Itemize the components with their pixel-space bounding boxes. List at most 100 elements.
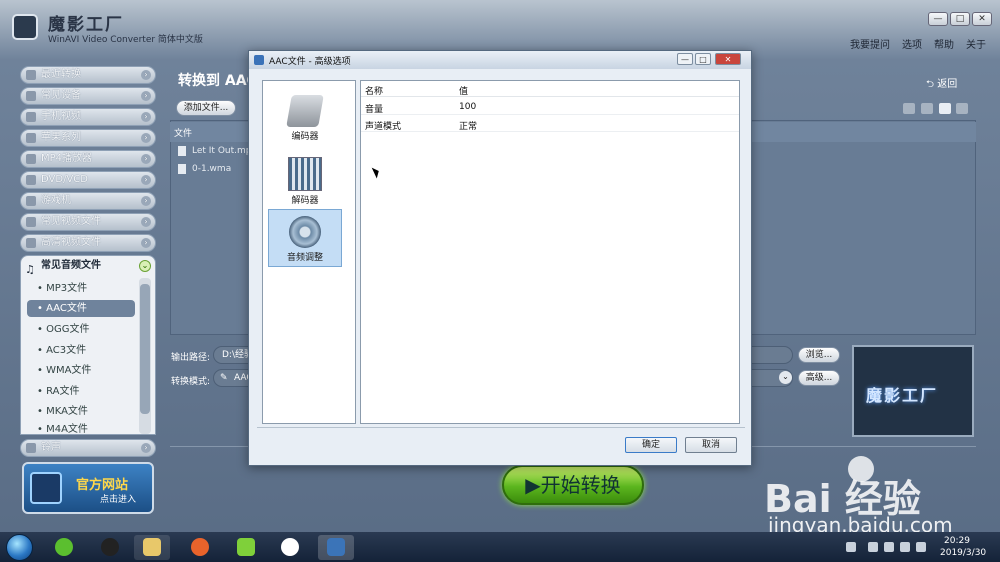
maximize-button[interactable]: □ <box>950 12 970 26</box>
app-logo-icon <box>30 472 62 504</box>
dialog-titlebar[interactable]: AAC文件 - 高级选项 — □ ✕ <box>249 51 751 69</box>
sidebar-item-dvd[interactable]: DVD/VCD › <box>20 171 156 189</box>
hd-icon <box>26 238 36 248</box>
format-item-m4a[interactable]: • M4A文件 <box>27 421 135 434</box>
convert-mode-label: 转换模式: <box>171 377 211 387</box>
dialog-minimize-button[interactable]: — <box>677 53 693 65</box>
taskbar-app-firefox[interactable] <box>182 535 218 560</box>
dialog-close-button[interactable]: ✕ <box>715 53 741 65</box>
back-button[interactable]: ⮌ 返回 <box>926 75 957 94</box>
film-icon <box>26 217 36 227</box>
sidebar-item-label: 最近转换 <box>41 69 81 80</box>
property-value[interactable]: 100 <box>459 102 476 112</box>
menu-help[interactable]: 帮助 <box>934 36 954 51</box>
taskbar-app-360[interactable] <box>46 535 82 560</box>
phone-icon <box>26 112 36 122</box>
taskbar-app-qq[interactable] <box>92 535 128 560</box>
taskbar-app-converter[interactable] <box>318 535 354 560</box>
remove-icon[interactable] <box>903 103 915 114</box>
app-logo-icon <box>12 14 38 40</box>
add-file-button[interactable]: 添加文件... <box>176 100 236 116</box>
back-label: 返回 <box>937 79 958 90</box>
sidebar: 最近转换 › 常见设备 › 手机视频 › 苹果系列 › MP4播放器 › DVD… <box>20 64 158 520</box>
cancel-button[interactable]: 取消 <box>685 437 737 453</box>
dialog-category-label: 编码器 <box>291 132 319 142</box>
chevron-down-icon[interactable]: ⌄ <box>779 371 792 384</box>
output-path-label: 输出路径: <box>171 353 211 363</box>
list-item[interactable]: 0-1.wma <box>192 164 231 174</box>
taskbar-app-player[interactable] <box>228 535 264 560</box>
sidebar-item-recent[interactable]: 最近转换 › <box>20 66 156 84</box>
windows-start-icon[interactable] <box>6 534 33 561</box>
advanced-button[interactable]: 高级... <box>798 370 840 386</box>
sidebar-item-phone[interactable]: 手机视频 › <box>20 108 156 126</box>
sidebar-item-label: MP4播放器 <box>41 153 93 164</box>
menu-about[interactable]: 关于 <box>966 36 986 51</box>
clock-date[interactable]: 2019/3/30 <box>940 548 986 558</box>
dialog-category-audio[interactable]: 音频调整 <box>268 209 342 267</box>
volume-icon[interactable] <box>900 542 910 552</box>
menu-ask[interactable]: 我要提问 <box>850 36 890 51</box>
sidebar-item-label: DVD/VCD <box>41 174 88 185</box>
table-row[interactable]: 音量 100 <box>361 99 739 115</box>
sidebar-item-devices[interactable]: 常见设备 › <box>20 87 156 105</box>
keyboard-icon[interactable] <box>846 542 856 552</box>
minimize-button[interactable]: — <box>928 12 948 26</box>
sidebar-item-hd-files[interactable]: 高清视频文件 › <box>20 234 156 252</box>
clear-icon[interactable] <box>921 103 933 114</box>
sidebar-item-label: 常见设备 <box>41 90 81 101</box>
official-site-sub: 点击进入 <box>100 495 137 505</box>
menu-options[interactable]: 选项 <box>902 36 922 51</box>
sidebar-item-label: 手机视频 <box>41 111 81 122</box>
close-button[interactable]: ✕ <box>972 12 992 26</box>
format-item-mka[interactable]: • MKA文件 <box>27 403 135 420</box>
ok-button[interactable]: 确定 <box>625 437 677 453</box>
apple-icon <box>26 133 36 143</box>
format-item-wma[interactable]: • WMA文件 <box>27 362 135 379</box>
sidebar-item-video-files[interactable]: 常见视频文件 › <box>20 213 156 231</box>
chevron-right-icon: › <box>141 196 151 206</box>
network-icon[interactable] <box>916 542 926 552</box>
add-icon[interactable] <box>939 103 951 114</box>
list-icon[interactable] <box>956 103 968 114</box>
sidebar-item-ringtone[interactable]: 铃声 › <box>20 439 156 457</box>
dialog-category-label: 音频调整 <box>286 253 323 263</box>
format-item-mp3[interactable]: • MP3文件 <box>27 280 135 297</box>
property-name: 音量 <box>365 105 384 115</box>
sidebar-audio-group: ♫ 常见音频文件 ⌄ • MP3文件 • AAC文件 • OGG文件 • AC3… <box>20 255 156 435</box>
app-subtitle: WinAVI Video Converter 简体中文版 <box>48 35 203 45</box>
table-row[interactable]: 声道模式 正常 <box>361 116 739 132</box>
clock-time[interactable]: 20:29 <box>944 536 970 546</box>
flag-icon[interactable] <box>884 542 894 552</box>
disc-icon <box>26 175 36 185</box>
sidebar-item-mp4[interactable]: MP4播放器 › <box>20 150 156 168</box>
sidebar-item-label: 铃声 <box>41 442 61 453</box>
dialog-category-encoder[interactable]: 编码器 <box>268 89 342 149</box>
app-logo-icon <box>327 538 345 556</box>
format-scrollbar[interactable] <box>139 278 151 434</box>
property-value[interactable]: 正常 <box>459 119 477 132</box>
chevron-right-icon: › <box>141 238 151 248</box>
scrollbar-thumb[interactable] <box>140 284 150 414</box>
taskbar-app-explorer[interactable] <box>134 535 170 560</box>
tray-arrow-icon[interactable] <box>868 542 878 552</box>
format-item-aac[interactable]: • AAC文件 <box>27 300 135 317</box>
list-item[interactable]: Let It Out.mp <box>192 146 251 156</box>
format-item-ogg[interactable]: • OGG文件 <box>27 321 135 338</box>
format-label: AAC文件 <box>46 303 87 314</box>
taskbar-app-recorder[interactable] <box>272 535 308 560</box>
sidebar-item-apple[interactable]: 苹果系列 › <box>20 129 156 147</box>
clock-icon <box>26 70 36 80</box>
format-item-ra[interactable]: • RA文件 <box>27 383 135 400</box>
chevron-right-icon: › <box>141 70 151 80</box>
format-label: MKA文件 <box>46 406 88 417</box>
dialog-category-decoder[interactable]: 解码器 <box>268 151 342 211</box>
sidebar-item-audio[interactable]: ♫ 常见音频文件 ⌄ <box>21 256 155 276</box>
start-convert-button[interactable]: ▶开始转换 <box>502 465 644 505</box>
sidebar-item-game[interactable]: 游戏机 › <box>20 192 156 210</box>
format-label: AC3文件 <box>46 345 87 356</box>
format-item-ac3[interactable]: • AC3文件 <box>27 342 135 359</box>
dialog-maximize-button[interactable]: □ <box>695 53 711 65</box>
browse-button[interactable]: 浏览... <box>798 347 840 363</box>
chevron-right-icon: › <box>141 217 151 227</box>
